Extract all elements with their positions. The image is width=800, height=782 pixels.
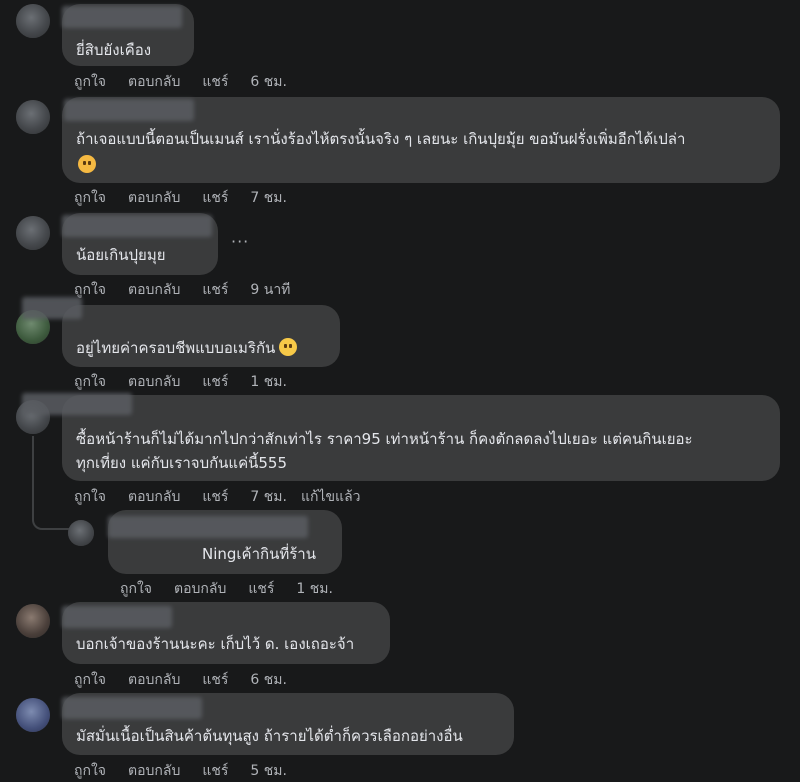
- reply-link[interactable]: ตอบกลับ: [128, 760, 180, 782]
- reply-link[interactable]: ตอบกลับ: [128, 71, 180, 93]
- comment-text: ยี่สิบยังเคือง: [76, 41, 152, 59]
- timestamp[interactable]: 6 ชม.: [250, 71, 287, 93]
- comment-bubble: ถ้าเจอแบบนี้ตอนเป็นเมนส์ เรานั่งร้องไห้ต…: [62, 97, 780, 183]
- comment-bubble: Ningเค้ากินที่ร้าน: [108, 510, 342, 574]
- comment-text-span: อยู่ไทยค่าครอบชีพแบบอเมริกัน: [76, 339, 276, 357]
- edited-label: แก้ไขแล้ว: [300, 489, 361, 505]
- share-link[interactable]: แชร์: [202, 760, 228, 782]
- like-link[interactable]: ถูกใจ: [74, 187, 106, 209]
- reply-link[interactable]: ตอบกลับ: [128, 669, 180, 691]
- timestamp[interactable]: 1 ชม.: [296, 578, 333, 600]
- comment-emoji-line: [74, 153, 96, 177]
- like-link[interactable]: ถูกใจ: [74, 371, 106, 393]
- share-link[interactable]: แชร์: [202, 279, 228, 301]
- share-link[interactable]: แชร์: [202, 669, 228, 691]
- share-link[interactable]: แชร์: [202, 486, 228, 508]
- blurred-author-name: [62, 215, 212, 237]
- more-options-icon[interactable]: ···: [231, 232, 249, 251]
- blurred-author-name: [22, 393, 132, 415]
- comment-text: อยู่ไทยค่าครอบชีพแบบอเมริกัน: [76, 336, 298, 360]
- comment-text: มัสมั่นเนื้อเป็นสินค้าต้นทุนสูง ถ้ารายได…: [76, 727, 463, 745]
- comment-actions: ถูกใจ ตอบกลับ แชร์ 6 ชม.: [74, 669, 309, 691]
- comment-text: ถ้าเจอแบบนี้ตอนเป็นเมนส์ เรานั่งร้องไห้ต…: [76, 130, 686, 148]
- share-link[interactable]: แชร์: [248, 578, 274, 600]
- crying-face-icon: [78, 155, 96, 173]
- avatar[interactable]: [16, 604, 50, 638]
- timestamp[interactable]: 9 นาที: [250, 279, 290, 301]
- timestamp[interactable]: 6 ชม.: [250, 669, 287, 691]
- reply-link[interactable]: ตอบกลับ: [128, 279, 180, 301]
- avatar[interactable]: [16, 100, 50, 134]
- sweat-smile-icon: [279, 338, 298, 356]
- reply-link[interactable]: ตอบกลับ: [174, 578, 226, 600]
- blurred-author-name: [62, 697, 202, 719]
- timestamp[interactable]: 5 ชม.: [250, 760, 287, 782]
- like-link[interactable]: ถูกใจ: [74, 760, 106, 782]
- comment-bubble: มัสมั่นเนื้อเป็นสินค้าต้นทุนสูง ถ้ารายได…: [62, 693, 514, 755]
- blurred-author-name: [108, 516, 308, 538]
- comment-text: Ningเค้ากินที่ร้าน: [202, 545, 316, 563]
- reply-link[interactable]: ตอบกลับ: [128, 187, 180, 209]
- blurred-author-name: [64, 99, 194, 121]
- timestamp[interactable]: 7 ชม.: [250, 486, 287, 508]
- blurred-author-name: [62, 606, 172, 628]
- comment-actions: ถูกใจ ตอบกลับ แชร์ 7 ชม. แก้ไขแล้ว: [74, 486, 383, 508]
- comment-actions: ถูกใจ ตอบกลับ แชร์ 7 ชม.: [74, 187, 309, 209]
- comment-bubble: บอกเจ้าของร้านนะคะ เก็บไว้ ด. เองเถอะจ้า: [62, 602, 390, 664]
- like-link[interactable]: ถูกใจ: [74, 71, 106, 93]
- reply-link[interactable]: ตอบกลับ: [128, 371, 180, 393]
- share-link[interactable]: แชร์: [202, 371, 228, 393]
- comment-actions: ถูกใจ ตอบกลับ แชร์ 1 ชม.: [74, 371, 309, 393]
- comment-bubble: น้อยเกินปุยมุย: [62, 213, 218, 275]
- like-link[interactable]: ถูกใจ: [120, 578, 152, 600]
- avatar[interactable]: [16, 698, 50, 732]
- blurred-author-name: [22, 297, 82, 319]
- like-link[interactable]: ถูกใจ: [74, 486, 106, 508]
- comment-text-line-1: ซื้อหน้าร้านก็ไม่ได้มากไปกว่าสักเท่าไร ร…: [76, 430, 693, 448]
- avatar[interactable]: [16, 216, 50, 250]
- avatar[interactable]: [16, 4, 50, 38]
- share-link[interactable]: แชร์: [202, 71, 228, 93]
- comment-bubble: อยู่ไทยค่าครอบชีพแบบอเมริกัน: [22, 297, 340, 367]
- comment-actions: ถูกใจ ตอบกลับ แชร์ 9 นาที: [74, 279, 312, 301]
- comment-actions: ถูกใจ ตอบกลับ แชร์ 6 ชม.: [74, 71, 309, 93]
- comment-text: บอกเจ้าของร้านนะคะ เก็บไว้ ด. เองเถอะจ้า: [76, 635, 355, 653]
- timestamp[interactable]: 1 ชม.: [250, 371, 287, 393]
- comment-actions: ถูกใจ ตอบกลับ แชร์ 1 ชม.: [120, 578, 355, 600]
- comment-bubble: ซื้อหน้าร้านก็ไม่ได้มากไปกว่าสักเท่าไร ร…: [22, 393, 780, 481]
- timestamp[interactable]: 7 ชม.: [250, 187, 287, 209]
- avatar[interactable]: [68, 520, 94, 546]
- comment-text-line-2: ทุกเที่ยง แค่กับเราจบกันแค่นี้555: [76, 454, 288, 472]
- share-link[interactable]: แชร์: [202, 187, 228, 209]
- comment-actions: ถูกใจ ตอบกลับ แชร์ 5 ชม.: [74, 760, 309, 782]
- blurred-author-name: [62, 6, 182, 28]
- comment-bubble: ยี่สิบยังเคือง: [62, 4, 194, 66]
- comment-text: น้อยเกินปุยมุย: [76, 246, 166, 264]
- reply-link[interactable]: ตอบกลับ: [128, 486, 180, 508]
- like-link[interactable]: ถูกใจ: [74, 669, 106, 691]
